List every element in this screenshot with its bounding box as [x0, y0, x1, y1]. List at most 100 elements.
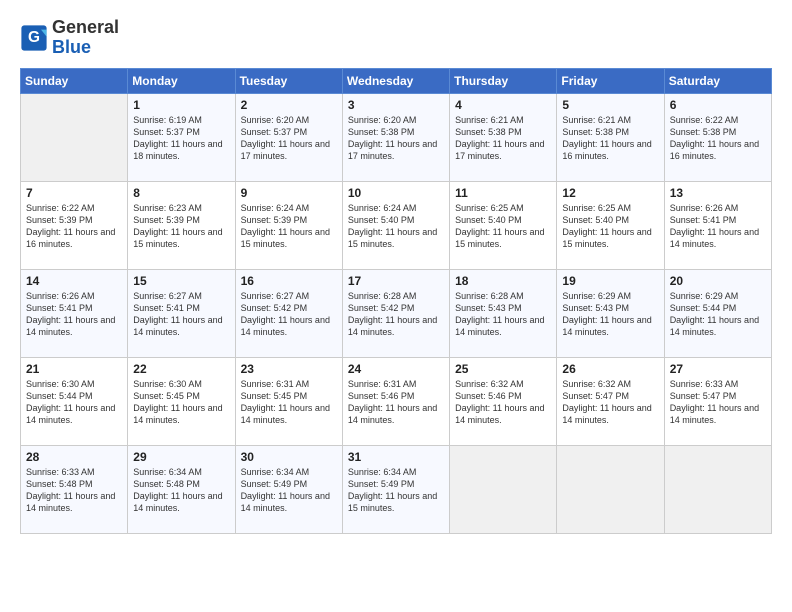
day-number: 25: [455, 362, 551, 376]
day-number: 2: [241, 98, 337, 112]
cell-info: Sunrise: 6:25 AM Sunset: 5:40 PM Dayligh…: [455, 202, 551, 251]
day-number: 20: [670, 274, 766, 288]
cell-info: Sunrise: 6:20 AM Sunset: 5:38 PM Dayligh…: [348, 114, 444, 163]
cell-info: Sunrise: 6:27 AM Sunset: 5:42 PM Dayligh…: [241, 290, 337, 339]
day-number: 7: [26, 186, 122, 200]
day-number: 6: [670, 98, 766, 112]
day-number: 27: [670, 362, 766, 376]
calendar-cell: 3 Sunrise: 6:20 AM Sunset: 5:38 PM Daylig…: [342, 93, 449, 181]
calendar-cell: 23 Sunrise: 6:31 AM Sunset: 5:45 PM Dayli…: [235, 357, 342, 445]
cell-info: Sunrise: 6:34 AM Sunset: 5:49 PM Dayligh…: [348, 466, 444, 515]
calendar-cell: 29 Sunrise: 6:34 AM Sunset: 5:48 PM Dayli…: [128, 445, 235, 533]
logo-general: General: [52, 17, 119, 37]
calendar-cell: 4Sunrise: 6:21 AM Sunset: 5:38 PM Daylig…: [450, 93, 557, 181]
day-number: 18: [455, 274, 551, 288]
day-number: 8: [133, 186, 229, 200]
day-number: 10: [348, 186, 444, 200]
calendar-cell: 9 Sunrise: 6:24 AM Sunset: 5:39 PM Daylig…: [235, 181, 342, 269]
day-number: 28: [26, 450, 122, 464]
logo-text: General Blue: [52, 18, 119, 58]
day-number: 9: [241, 186, 337, 200]
cell-info: Sunrise: 6:29 AM Sunset: 5:44 PM Dayligh…: [670, 290, 766, 339]
calendar-cell: 13Sunrise: 6:26 AM Sunset: 5:41 PM Dayli…: [664, 181, 771, 269]
calendar-cell: 19 Sunrise: 6:29 AM Sunset: 5:43 PM Dayli…: [557, 269, 664, 357]
weekday-header-sunday: Sunday: [21, 68, 128, 93]
cell-info: Sunrise: 6:28 AM Sunset: 5:42 PM Dayligh…: [348, 290, 444, 339]
calendar-cell: 2 Sunrise: 6:20 AM Sunset: 5:37 PM Daylig…: [235, 93, 342, 181]
cell-info: Sunrise: 6:22 AM Sunset: 5:39 PM Dayligh…: [26, 202, 122, 251]
weekday-header-row: SundayMondayTuesdayWednesdayThursdayFrid…: [21, 68, 772, 93]
cell-info: Sunrise: 6:33 AM Sunset: 5:47 PM Dayligh…: [670, 378, 766, 427]
day-number: 14: [26, 274, 122, 288]
cell-info: Sunrise: 6:32 AM Sunset: 5:46 PM Dayligh…: [455, 378, 551, 427]
weekday-header-thursday: Thursday: [450, 68, 557, 93]
day-number: 31: [348, 450, 444, 464]
cell-info: Sunrise: 6:29 AM Sunset: 5:43 PM Dayligh…: [562, 290, 658, 339]
day-number: 5: [562, 98, 658, 112]
day-number: 26: [562, 362, 658, 376]
cell-info: Sunrise: 6:33 AM Sunset: 5:48 PM Dayligh…: [26, 466, 122, 515]
calendar-week-1: 1Sunrise: 6:19 AM Sunset: 5:37 PM Daylig…: [21, 93, 772, 181]
cell-info: Sunrise: 6:21 AM Sunset: 5:38 PM Dayligh…: [562, 114, 658, 163]
calendar-week-2: 7 Sunrise: 6:22 AM Sunset: 5:39 PM Daylig…: [21, 181, 772, 269]
day-number: 3: [348, 98, 444, 112]
weekday-header-wednesday: Wednesday: [342, 68, 449, 93]
calendar-cell: 18 Sunrise: 6:28 AM Sunset: 5:43 PM Dayli…: [450, 269, 557, 357]
calendar-cell: [557, 445, 664, 533]
calendar-cell: 14 Sunrise: 6:26 AM Sunset: 5:41 PM Dayli…: [21, 269, 128, 357]
day-number: 30: [241, 450, 337, 464]
day-number: 12: [562, 186, 658, 200]
calendar-cell: 26Sunrise: 6:32 AM Sunset: 5:47 PM Dayli…: [557, 357, 664, 445]
day-number: 24: [348, 362, 444, 376]
calendar-cell: 24 Sunrise: 6:31 AM Sunset: 5:46 PM Dayli…: [342, 357, 449, 445]
calendar-cell: 28 Sunrise: 6:33 AM Sunset: 5:48 PM Dayli…: [21, 445, 128, 533]
cell-info: Sunrise: 6:25 AM Sunset: 5:40 PM Dayligh…: [562, 202, 658, 251]
logo-blue: Blue: [52, 37, 91, 57]
calendar-cell: [450, 445, 557, 533]
cell-info: Sunrise: 6:30 AM Sunset: 5:45 PM Dayligh…: [133, 378, 229, 427]
logo: G General Blue: [20, 18, 119, 58]
weekday-header-saturday: Saturday: [664, 68, 771, 93]
calendar-cell: 22 Sunrise: 6:30 AM Sunset: 5:45 PM Dayli…: [128, 357, 235, 445]
calendar-body: 1Sunrise: 6:19 AM Sunset: 5:37 PM Daylig…: [21, 93, 772, 533]
calendar-cell: 12 Sunrise: 6:25 AM Sunset: 5:40 PM Dayli…: [557, 181, 664, 269]
calendar-header: SundayMondayTuesdayWednesdayThursdayFrid…: [21, 68, 772, 93]
calendar-cell: 5 Sunrise: 6:21 AM Sunset: 5:38 PM Daylig…: [557, 93, 664, 181]
calendar-week-5: 28 Sunrise: 6:33 AM Sunset: 5:48 PM Dayli…: [21, 445, 772, 533]
calendar-table: SundayMondayTuesdayWednesdayThursdayFrid…: [20, 68, 772, 534]
page-header: G General Blue: [20, 18, 772, 58]
cell-info: Sunrise: 6:34 AM Sunset: 5:49 PM Dayligh…: [241, 466, 337, 515]
calendar-cell: 8Sunrise: 6:23 AM Sunset: 5:39 PM Daylig…: [128, 181, 235, 269]
day-number: 15: [133, 274, 229, 288]
calendar-cell: 6 Sunrise: 6:22 AM Sunset: 5:38 PM Daylig…: [664, 93, 771, 181]
cell-info: Sunrise: 6:19 AM Sunset: 5:37 PM Dayligh…: [133, 114, 229, 163]
logo-icon: G: [20, 24, 48, 52]
calendar-cell: 16Sunrise: 6:27 AM Sunset: 5:42 PM Dayli…: [235, 269, 342, 357]
calendar-cell: 1Sunrise: 6:19 AM Sunset: 5:37 PM Daylig…: [128, 93, 235, 181]
calendar-week-4: 21Sunrise: 6:30 AM Sunset: 5:44 PM Dayli…: [21, 357, 772, 445]
calendar-cell: 31 Sunrise: 6:34 AM Sunset: 5:49 PM Dayli…: [342, 445, 449, 533]
cell-info: Sunrise: 6:31 AM Sunset: 5:45 PM Dayligh…: [241, 378, 337, 427]
cell-info: Sunrise: 6:26 AM Sunset: 5:41 PM Dayligh…: [26, 290, 122, 339]
calendar-cell: 7 Sunrise: 6:22 AM Sunset: 5:39 PM Daylig…: [21, 181, 128, 269]
calendar-cell: 25 Sunrise: 6:32 AM Sunset: 5:46 PM Dayli…: [450, 357, 557, 445]
svg-text:G: G: [28, 29, 40, 46]
cell-info: Sunrise: 6:24 AM Sunset: 5:40 PM Dayligh…: [348, 202, 444, 251]
cell-info: Sunrise: 6:20 AM Sunset: 5:37 PM Dayligh…: [241, 114, 337, 163]
day-number: 4: [455, 98, 551, 112]
calendar-cell: 17 Sunrise: 6:28 AM Sunset: 5:42 PM Dayli…: [342, 269, 449, 357]
day-number: 29: [133, 450, 229, 464]
cell-info: Sunrise: 6:28 AM Sunset: 5:43 PM Dayligh…: [455, 290, 551, 339]
day-number: 22: [133, 362, 229, 376]
calendar-cell: 27 Sunrise: 6:33 AM Sunset: 5:47 PM Dayli…: [664, 357, 771, 445]
calendar-week-3: 14 Sunrise: 6:26 AM Sunset: 5:41 PM Dayli…: [21, 269, 772, 357]
cell-info: Sunrise: 6:22 AM Sunset: 5:38 PM Dayligh…: [670, 114, 766, 163]
cell-info: Sunrise: 6:31 AM Sunset: 5:46 PM Dayligh…: [348, 378, 444, 427]
day-number: 23: [241, 362, 337, 376]
cell-info: Sunrise: 6:34 AM Sunset: 5:48 PM Dayligh…: [133, 466, 229, 515]
calendar-cell: 10 Sunrise: 6:24 AM Sunset: 5:40 PM Dayli…: [342, 181, 449, 269]
cell-info: Sunrise: 6:24 AM Sunset: 5:39 PM Dayligh…: [241, 202, 337, 251]
day-number: 19: [562, 274, 658, 288]
day-number: 17: [348, 274, 444, 288]
cell-info: Sunrise: 6:27 AM Sunset: 5:41 PM Dayligh…: [133, 290, 229, 339]
